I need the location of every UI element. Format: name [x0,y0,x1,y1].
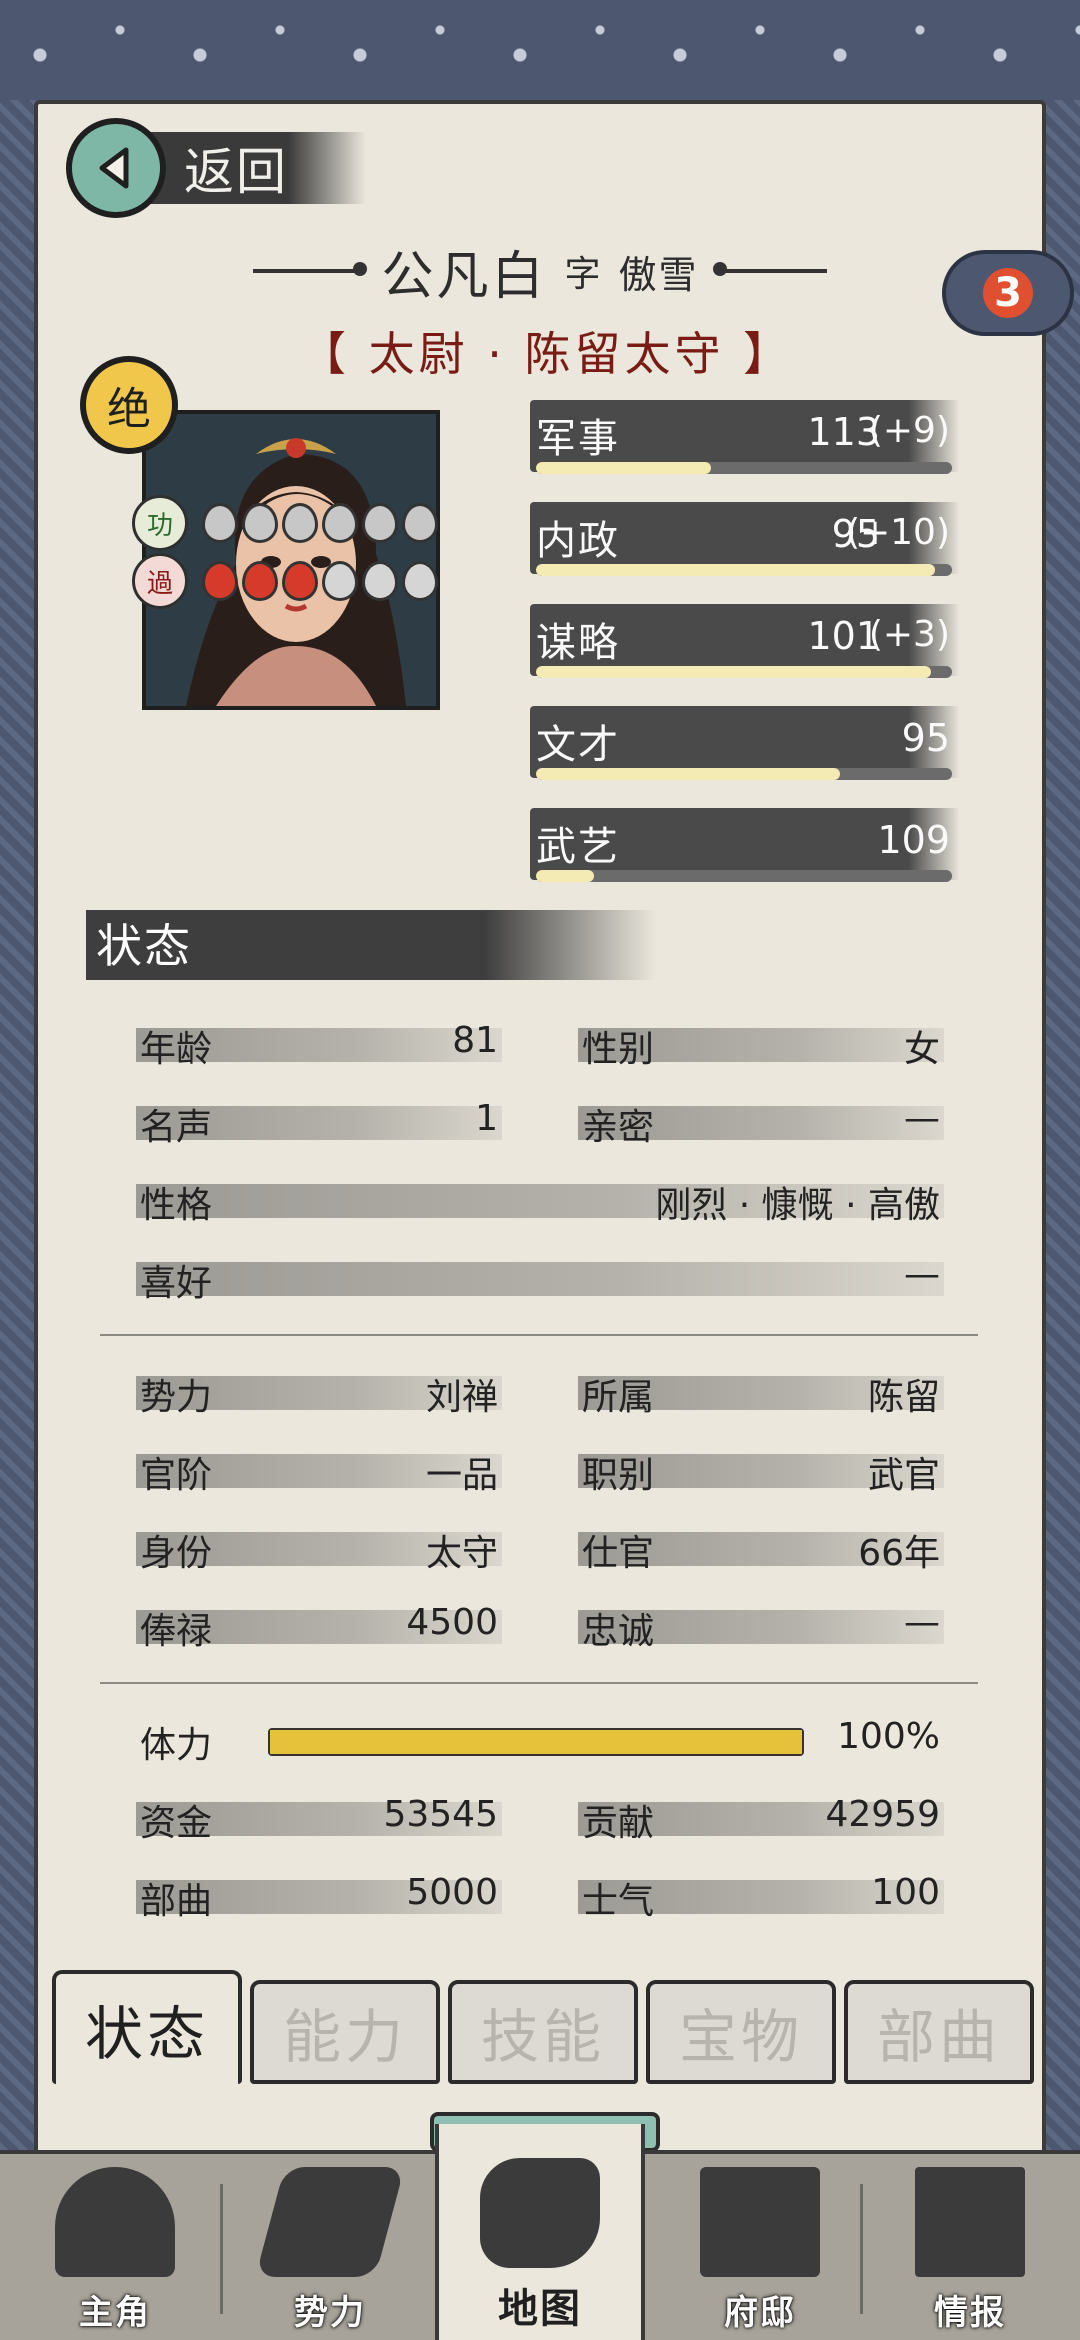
section-title: 状态 [96,919,192,973]
token-filled [202,503,238,543]
hobby-field: 喜好 — [136,1254,944,1304]
stat-bonus: (+9) [868,410,950,451]
scroll-book-icon [915,2167,1025,2277]
token-filled [282,503,318,543]
loyalty-field: 忠诚 — [578,1602,944,1652]
stat-bonus: (+10) [845,512,950,553]
identity-field: 身份 太守 [136,1524,502,1574]
stat-label: 文才 [536,722,620,768]
token-empty [362,561,398,601]
tab-status[interactable]: 状态 [52,1970,242,2084]
stat-bar [536,870,952,882]
contribution-field: 贡献 42959 [578,1794,944,1844]
salary-field: 俸禄 4500 [136,1602,502,1652]
stamina-fill [270,1730,802,1754]
demerit-tokens [202,561,438,601]
back-arrow-icon [66,118,166,218]
stat-value: 95 [901,716,950,760]
merit-icon: 功 [132,495,188,551]
nav-mansion[interactable]: 府邸 [655,2154,865,2340]
nav-map[interactable]: 地图 [435,2124,645,2340]
post-type-field: 职别 武官 [578,1446,944,1496]
token-filled [362,503,398,543]
rank-field: 官阶 一品 [136,1446,502,1496]
token-empty [402,561,438,601]
token-filled [282,561,318,601]
stat-literary[interactable]: 文才 95 [530,706,960,798]
decorative-top-border [0,0,1080,110]
stat-bonus: (+3) [868,614,950,655]
stat-value: 109 [877,818,950,862]
age-field: 年龄 81 [136,1020,502,1070]
token-filled [242,561,278,601]
funds-field: 资金 53545 [136,1794,502,1844]
morale-field: 士气 100 [578,1872,944,1922]
ornament-right [716,269,827,273]
decorative-left-border [0,100,36,2150]
ornament-left [253,262,368,276]
personality-field: 性格 刚烈 · 慷慨 · 高傲 [136,1176,944,1226]
back-button[interactable]: 返回 [66,118,366,218]
palace-icon [700,2167,820,2277]
stat-strategy[interactable]: 谋略 101 (+3) [530,604,960,696]
merit-tokens [202,503,438,543]
divider [100,1682,978,1684]
token-filled [402,503,438,543]
stamina-bar [268,1728,804,1756]
tab-treasure[interactable]: 宝物 [646,1980,836,2084]
token-filled [202,561,238,601]
token-filled [322,503,358,543]
stat-bar [536,666,952,678]
character-name: 公凡白 [381,246,547,307]
flag-icon [255,2167,405,2277]
stamina-label-cell: 体力 [140,1725,213,1766]
stat-label: 军事 [536,416,620,462]
character-name-row: 公凡白 字 傲雪 [250,236,830,307]
back-label: 返回 [184,143,288,201]
style-name: 傲雪 [618,252,699,297]
nav-protagonist[interactable]: 主角 [10,2154,220,2340]
cloud-badge[interactable]: 3 [942,250,1074,336]
badge-count: 3 [983,268,1033,318]
tab-ability[interactable]: 能力 [250,1980,440,2084]
tier-badge: 绝 [80,356,178,454]
nav-intel[interactable]: 情报 [865,2154,1075,2340]
demerit-icon: 過 [132,553,188,609]
stat-label: 谋略 [536,620,620,666]
character-title: 【 太尉 · 陈留太守 】 [300,327,794,381]
stat-bar [536,768,952,780]
stat-politics[interactable]: 内政 95 (+10) [530,502,960,594]
stat-label: 武艺 [536,824,620,870]
demerit-row: 過 [132,550,438,612]
tab-skill[interactable]: 技能 [448,1980,638,2084]
stamina-value-cell: 100% [837,1716,940,1757]
divider [100,1334,978,1336]
stat-military[interactable]: 军事 113 (+9) [530,400,960,492]
service-field: 仕官 66年 [578,1524,944,1574]
token-empty [322,561,358,601]
token-filled [242,503,278,543]
warrior-icon [55,2167,175,2277]
stat-bar [536,462,952,474]
stat-bar [536,564,952,576]
zi-label: 字 [564,254,601,295]
gender-field: 性别 女 [578,1020,944,1070]
merit-row: 功 [132,492,438,554]
intimacy-field: 亲密 — [578,1098,944,1148]
bottom-nav: 主角 势力 地图 府邸 情报 [0,2124,1080,2340]
nav-faction[interactable]: 势力 [225,2154,435,2340]
decorative-right-border [1044,100,1080,2150]
fame-field: 名声 1 [136,1098,502,1148]
faction-field: 势力 刘禅 [136,1368,502,1418]
stat-martial[interactable]: 武艺 109 [530,808,960,900]
status-section-header: 状态 [86,910,656,980]
tab-troops[interactable]: 部曲 [844,1980,1034,2084]
detail-tabs: 状态 能力 技能 宝物 部曲 [48,1970,1038,2090]
stat-label: 内政 [536,518,620,564]
map-icon [480,2158,600,2268]
belong-field: 所属 陈留 [578,1368,944,1418]
troops-field: 部曲 5000 [136,1872,502,1922]
